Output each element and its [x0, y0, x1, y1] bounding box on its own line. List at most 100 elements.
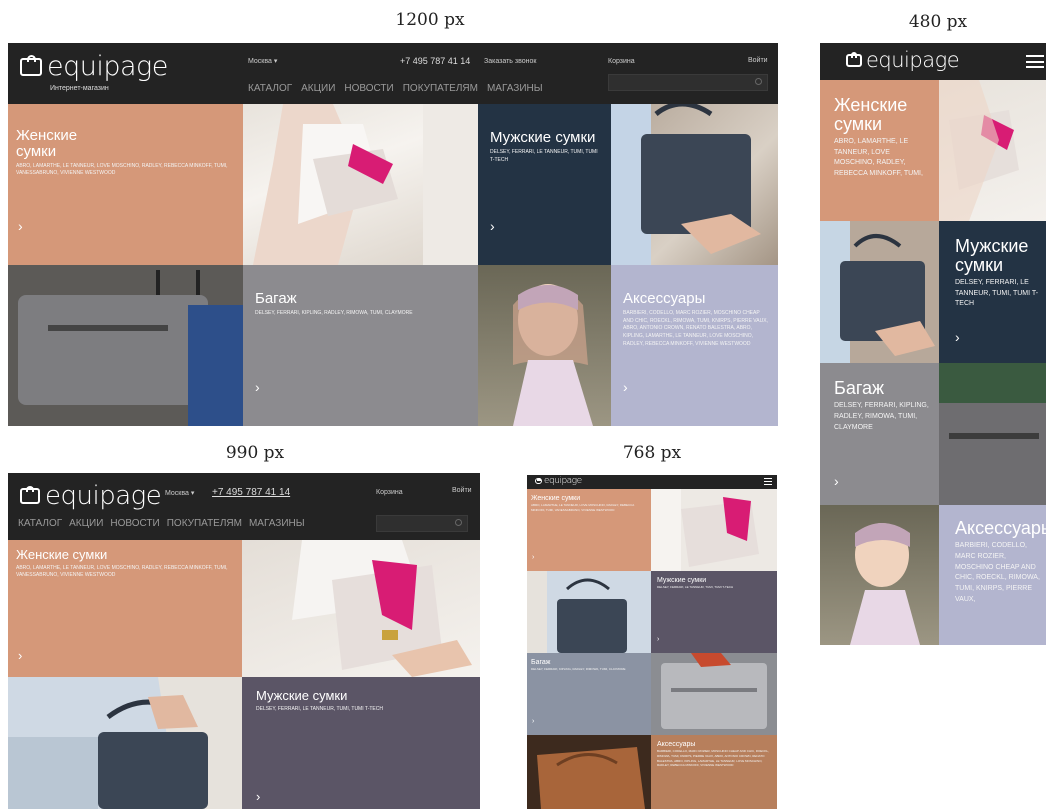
phone-link[interactable]: +7 495 787 41 14	[212, 487, 290, 498]
chevron-right-icon: ›	[955, 329, 960, 345]
cart-link[interactable]: Корзина	[376, 489, 403, 496]
logo[interactable]: equipage	[846, 48, 960, 72]
tile-brands: BARBIERI, CODELLO, MARC ROZIER, MOSCHINO…	[955, 541, 1040, 604]
tile-women-bags[interactable]: Женские сумки ABRO, LAMARTHE, LE TANNEUR…	[8, 104, 243, 265]
tile-women-bags[interactable]: Женские сумки ABRO, LAMARTHE, LE TANNEUR…	[820, 80, 939, 221]
tile-women-bags[interactable]: Женские сумки ABRO, LAMARTHE, LE TANNEUR…	[8, 540, 242, 677]
callback-link[interactable]: Заказать звонок	[484, 58, 536, 65]
login-link[interactable]: Войти	[748, 57, 768, 64]
logo[interactable]: equipage	[20, 51, 168, 82]
search-input[interactable]	[376, 515, 468, 532]
tile-men-bags[interactable]: Мужские сумки DELSEY, FERRARI, LE TANNEU…	[939, 221, 1046, 363]
photo-woman-bag	[242, 540, 480, 677]
tile-accessories[interactable]: Аксессуары BARBIERI, CODELLO, MARC ROZIE…	[939, 505, 1046, 645]
luggage-illustration	[661, 653, 767, 729]
nav-news[interactable]: НОВОСТИ	[110, 518, 159, 529]
cart-link[interactable]: Корзина	[608, 58, 635, 65]
woman-bag-illustration	[939, 80, 1019, 221]
tile-luggage[interactable]: Багаж DELSEY, FERRARI, KIPLING, RADLEY, …	[527, 653, 651, 735]
briefcase-illustration	[820, 221, 935, 363]
photo-men-briefcase	[527, 571, 651, 653]
chevron-right-icon: ›	[532, 718, 535, 725]
photo-woman-bag	[651, 489, 777, 571]
nav-customers[interactable]: ПОКУПАТЕЛЯМ	[403, 83, 478, 94]
nav-catalog[interactable]: КАТАЛОГ	[18, 518, 62, 529]
chevron-down-icon: ▾	[273, 58, 278, 65]
tile-accessories[interactable]: Аксессуары BARBIERI, CODELLO, MARC ROZIE…	[611, 265, 778, 426]
caption-480: 480 px	[908, 12, 968, 32]
tile-accessories[interactable]: Аксессуары BARBIERI, CODELLO, MARC ROZIE…	[651, 735, 777, 809]
search-icon	[455, 519, 462, 526]
caption-1200: 1200 px	[395, 10, 465, 30]
photo-leather-bags	[527, 735, 651, 809]
city-label: Москва	[165, 490, 189, 497]
mockup-768: equipage Женские сумки ABRO, LAMARTHE, L…	[527, 475, 777, 809]
hamburger-menu-icon[interactable]	[1026, 55, 1044, 68]
site-header: equipage Интернет-магазин Москва ▾ +7 49…	[8, 43, 778, 104]
logo[interactable]: equipage	[535, 476, 582, 486]
chevron-down-icon: ▾	[190, 490, 195, 497]
photo-men-briefcase	[611, 104, 778, 265]
city-select[interactable]: Москва ▾	[165, 489, 194, 497]
login-link[interactable]: Войти	[452, 487, 472, 494]
chevron-right-icon: ›	[657, 636, 660, 643]
tile-men-bags[interactable]: Мужские сумки DELSEY, FERRARI, LE TANNEU…	[651, 571, 777, 653]
tile-title: Багаж	[531, 659, 551, 666]
woman-bag-illustration	[253, 104, 478, 265]
chevron-right-icon: ›	[255, 379, 260, 395]
nav-news[interactable]: НОВОСТИ	[344, 83, 393, 94]
city-select[interactable]: Москва ▾	[248, 57, 277, 65]
logo-text: equipage	[544, 476, 582, 486]
city-label: Москва	[248, 58, 272, 65]
nav-promos[interactable]: АКЦИИ	[301, 83, 335, 94]
tile-brands: ABRO, LAMARTHE, LE TANNEUR, LOVE MOSCHIN…	[16, 162, 228, 177]
logo-text: equipage	[47, 51, 168, 82]
nav-promos[interactable]: АКЦИИ	[69, 518, 103, 529]
woman-bag-illustration	[292, 540, 472, 677]
tile-brands: DELSEY, FERRARI, LE TANNEUR, TUMI, TUMI …	[657, 585, 734, 590]
tile-title: Багаж	[255, 290, 297, 307]
logo-subtitle: Интернет-магазин	[50, 85, 109, 92]
briefcase-illustration	[527, 571, 627, 653]
nav-catalog[interactable]: КАТАЛОГ	[248, 83, 292, 94]
tile-luggage[interactable]: Багаж DELSEY, FERRARI, KIPLING, RADLEY, …	[243, 265, 478, 426]
tile-title: Женские сумки	[834, 95, 908, 134]
logo-text: equipage	[866, 48, 960, 72]
luggage-illustration	[939, 363, 1046, 505]
bag-icon	[535, 477, 542, 484]
chevron-right-icon: ›	[256, 789, 261, 804]
tile-women-bags[interactable]: Женские сумки ABRO, LAMARTHE, LE TANNEUR…	[527, 489, 651, 571]
logo-text: equipage	[45, 481, 162, 511]
tile-men-bags[interactable]: Мужские сумки DELSEY, FERRARI, LE TANNEU…	[242, 677, 480, 809]
photo-luggage	[651, 653, 777, 735]
briefcase-illustration	[8, 677, 242, 809]
chevron-right-icon: ›	[532, 554, 535, 561]
phone-link[interactable]: +7 495 787 41 14	[400, 56, 470, 66]
tile-title: Аксессуары	[955, 518, 1046, 538]
search-icon	[755, 78, 762, 85]
photo-woman-bag	[243, 104, 478, 265]
tile-brands: ABRO, LAMARTHE, LE TANNEUR, LOVE MOSCHIN…	[16, 564, 228, 579]
tile-brands: DELSEY, FERRARI, LE TANNEUR, TUMI, TUMI …	[256, 705, 383, 712]
nav-stores[interactable]: МАГАЗИНЫ	[487, 83, 543, 94]
nav-stores[interactable]: МАГАЗИНЫ	[249, 518, 305, 529]
search-input[interactable]	[608, 74, 768, 91]
photo-woman-scarf	[478, 265, 611, 426]
tile-brands: ABRO, LAMARTHE, LE TANNEUR, LOVE MOSCHIN…	[834, 137, 923, 178]
tile-men-bags[interactable]: Мужские сумки DELSEY, FERRARI, LE TANNEU…	[478, 104, 611, 265]
chevron-right-icon: ›	[18, 648, 23, 663]
main-nav: КАТАЛОГ АКЦИИ НОВОСТИ ПОКУПАТЕЛЯМ МАГАЗИ…	[18, 518, 305, 529]
tile-brands: DELSEY, FERRARI, KIPLING, RADLEY, RIMOWA…	[834, 401, 929, 431]
tile-title: Женские сумки	[16, 547, 108, 562]
logo[interactable]: equipage	[20, 481, 162, 511]
tile-luggage[interactable]: Багаж DELSEY, FERRARI, KIPLING, RADLEY, …	[820, 363, 939, 505]
caption-990: 990 px	[225, 443, 285, 463]
photo-woman-scarf	[820, 505, 939, 645]
hamburger-menu-icon[interactable]	[764, 478, 772, 485]
bag-icon	[846, 52, 862, 67]
tile-title: Багаж	[834, 378, 885, 398]
nav-customers[interactable]: ПОКУПАТЕЛЯМ	[167, 518, 242, 529]
mockup-990: equipage Москва ▾ +7 495 787 41 14 Корзи…	[8, 473, 480, 809]
tile-brands: BARBIERI, CODELLO, MARC ROZIER, MOSCHINO…	[657, 749, 769, 768]
bag-icon	[20, 54, 42, 76]
